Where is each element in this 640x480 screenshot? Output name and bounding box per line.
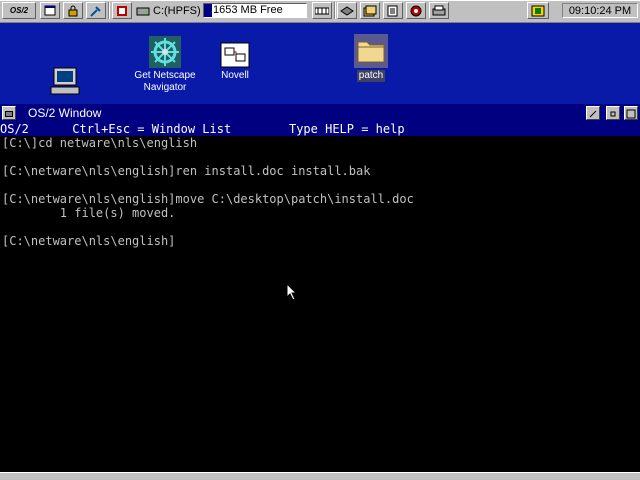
separator: [108, 2, 110, 19]
tray-icon[interactable]: [527, 2, 549, 19]
desktop-icon-novell[interactable]: Novell: [218, 42, 252, 82]
console-line: [C:\netware\nls\english]move C:\desktop\…: [2, 192, 414, 206]
free-space-bar: [204, 4, 213, 17]
system-setup-icon[interactable]: [112, 2, 132, 19]
desktop-icon-patch-folder[interactable]: patch: [352, 34, 390, 82]
drive-label: C:(HPFS): [153, 4, 201, 17]
mouse-pointer-icon: [286, 283, 298, 301]
separator: [334, 2, 336, 19]
os2-logo-text: OS/2: [9, 6, 29, 15]
console-status-line: OS/2 Ctrl+Esc = Window List Type HELP = …: [0, 122, 640, 136]
console-line: 1 file(s) moved.: [2, 206, 176, 220]
clock[interactable]: 09:10:24 PM: [562, 3, 638, 18]
desktop-icon-label: patch: [356, 70, 386, 82]
drive-status[interactable]: C:(HPFS): [136, 3, 201, 18]
find-icon[interactable]: [86, 2, 106, 19]
console-output[interactable]: [C:\]cd netware\nls\english [C:\netware\…: [0, 136, 640, 466]
memory-monitor-icon[interactable]: [312, 2, 332, 19]
warpcenter-bar: OS/2 C:(HPFS) 1653 MB Free 09:10:24 PM: [0, 0, 640, 23]
console-line: [C:\]cd netware\nls\english: [2, 136, 198, 150]
window-titlebar[interactable]: OS/2 Window: [0, 104, 640, 122]
console-line: [C:\netware\nls\english]: [2, 234, 176, 248]
folders-icon[interactable]: [360, 2, 380, 19]
desktop-icon-netscape[interactable]: Get Netscape Navigator: [134, 36, 196, 94]
desktop-icon-computer[interactable]: [48, 66, 82, 96]
free-space-text: 1653 MB Free: [213, 4, 283, 16]
free-space-indicator: 1653 MB Free: [203, 3, 307, 18]
drives-icon[interactable]: [337, 2, 357, 19]
shutdown-icon[interactable]: [406, 2, 426, 19]
hard-drive-icon: [136, 7, 150, 15]
system-menu-icon[interactable]: [2, 106, 16, 120]
desktop-icon-label: Novell: [221, 70, 249, 81]
hide-button[interactable]: [586, 106, 600, 120]
templates-icon[interactable]: [383, 2, 403, 19]
console-line: [C:\netware\nls\english]ren install.doc …: [2, 164, 371, 178]
window-bottom-border: [0, 472, 640, 480]
window-title: OS/2 Window: [28, 106, 102, 120]
computer-icon: [50, 67, 80, 95]
netscape-wheel-icon: [149, 36, 181, 68]
os2-command-window[interactable]: OS/2 Window OS/2 Ctrl+Esc = Window List …: [0, 104, 640, 480]
minimize-button[interactable]: [606, 106, 620, 120]
maximize-button[interactable]: [624, 106, 638, 120]
lock-icon[interactable]: [63, 2, 83, 19]
window-list-icon[interactable]: [40, 2, 60, 19]
desktop-icon-label: Get Netscape Navigator: [134, 70, 196, 93]
folder-icon: [354, 34, 388, 68]
os2-menu-button[interactable]: OS/2: [2, 2, 36, 19]
novell-network-icon: [220, 42, 250, 68]
printer-icon[interactable]: [429, 2, 449, 19]
